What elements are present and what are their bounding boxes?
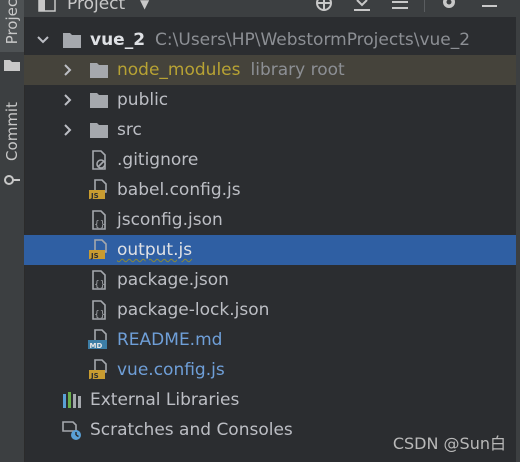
json-file-icon: {} (92, 270, 106, 290)
tree-item-vue-2[interactable]: vue_2 C:\Users\HP\WebstormProjects\vue_2 (24, 25, 516, 55)
svg-text:JS: JS (90, 252, 99, 260)
external-libraries-label: External Libraries (90, 390, 240, 410)
svg-text:JS: JS (90, 192, 99, 200)
gitignore-label: .gitignore (117, 150, 199, 170)
node-modules-label: node_modules (117, 60, 241, 80)
header-divider (424, 0, 425, 12)
tree-item-output-js[interactable]: JS output.js (24, 235, 516, 265)
vue-config-label: vue.config.js (117, 360, 225, 380)
tree-item-readme[interactable]: MD README.md (24, 325, 516, 355)
json-file-icon: {} (92, 300, 106, 320)
folder-icon (90, 123, 108, 138)
chevron-down-icon[interactable] (36, 33, 50, 47)
right-edge-strip (516, 0, 520, 462)
tree-item-babel-config[interactable]: JS babel.config.js (24, 175, 516, 205)
locate-file-icon[interactable] (313, 0, 335, 16)
tree-item-gitignore[interactable]: .gitignore (24, 145, 516, 175)
library-root-note: library root (250, 60, 345, 80)
json-file-icon: {} (92, 210, 106, 230)
svg-text:{}: {} (94, 220, 105, 230)
header-title: Project (67, 0, 126, 14)
js-file-icon: JS (89, 359, 107, 380)
collapse-all-icon[interactable] (389, 0, 411, 16)
project-tool-header: Project ▼ (24, 0, 516, 17)
readme-label: README.md (117, 330, 223, 350)
chevron-right-icon[interactable] (61, 63, 75, 77)
project-tool-tab[interactable]: Project (0, 0, 24, 52)
tree-item-public[interactable]: public (24, 85, 516, 115)
commit-tab-label: Commit (3, 101, 21, 161)
commit-icon (4, 175, 20, 185)
project-tab-label: Project (3, 0, 21, 45)
tree-item-jsconfig[interactable]: {} jsconfig.json (24, 205, 516, 235)
project-root-name: vue_2 (90, 30, 146, 50)
output-js-label: output.js (117, 240, 193, 260)
public-label: public (117, 90, 169, 110)
ignore-file-icon (92, 150, 106, 170)
tree-item-external-libraries[interactable]: External Libraries (24, 385, 516, 415)
babel-config-label: babel.config.js (117, 180, 241, 200)
commit-tool-tab[interactable]: Commit (0, 95, 24, 167)
tree-item-node-modules[interactable]: node_modules library root (24, 55, 516, 85)
jsconfig-label: jsconfig.json (117, 210, 223, 230)
js-file-icon: JS (89, 239, 107, 260)
markdown-file-icon: MD (88, 329, 107, 350)
expand-all-icon[interactable] (351, 0, 373, 16)
project-root-path: C:\Users\HP\WebstormProjects\vue_2 (155, 30, 471, 50)
chevron-right-icon[interactable] (36, 393, 50, 407)
tree-item-src[interactable]: src (24, 115, 516, 145)
svg-text:{}: {} (94, 310, 105, 320)
tree-item-package-lock[interactable]: {} package-lock.json (24, 295, 516, 325)
package-lock-label: package-lock.json (117, 300, 270, 320)
scratches-icon (62, 421, 81, 440)
tree-item-package-json[interactable]: {} package.json (24, 265, 516, 295)
svg-text:MD: MD (90, 342, 103, 350)
folder-icon (90, 63, 108, 78)
project-tree: vue_2 C:\Users\HP\WebstormProjects\vue_2 … (24, 25, 516, 462)
libraries-icon (63, 392, 81, 408)
chevron-right-icon[interactable] (61, 123, 75, 137)
src-label: src (117, 120, 142, 140)
chevron-down-icon[interactable]: ▼ (140, 0, 149, 11)
package-json-label: package.json (117, 270, 229, 290)
scratches-label: Scratches and Consoles (90, 420, 293, 440)
folder-icon (63, 33, 81, 48)
folder-icon (90, 93, 108, 108)
hide-icon[interactable] (479, 0, 501, 16)
left-tool-strip: Project Commit (0, 0, 25, 462)
svg-text:{}: {} (94, 280, 105, 290)
tree-item-vue-config[interactable]: JS vue.config.js (24, 355, 516, 385)
project-window-icon (38, 0, 56, 12)
folder-icon (4, 60, 20, 71)
js-file-icon: JS (89, 179, 107, 200)
chevron-right-icon[interactable] (61, 93, 75, 107)
watermark: CSDN @Sun白 (392, 434, 506, 453)
gear-icon[interactable] (438, 0, 460, 16)
svg-text:JS: JS (90, 372, 99, 380)
